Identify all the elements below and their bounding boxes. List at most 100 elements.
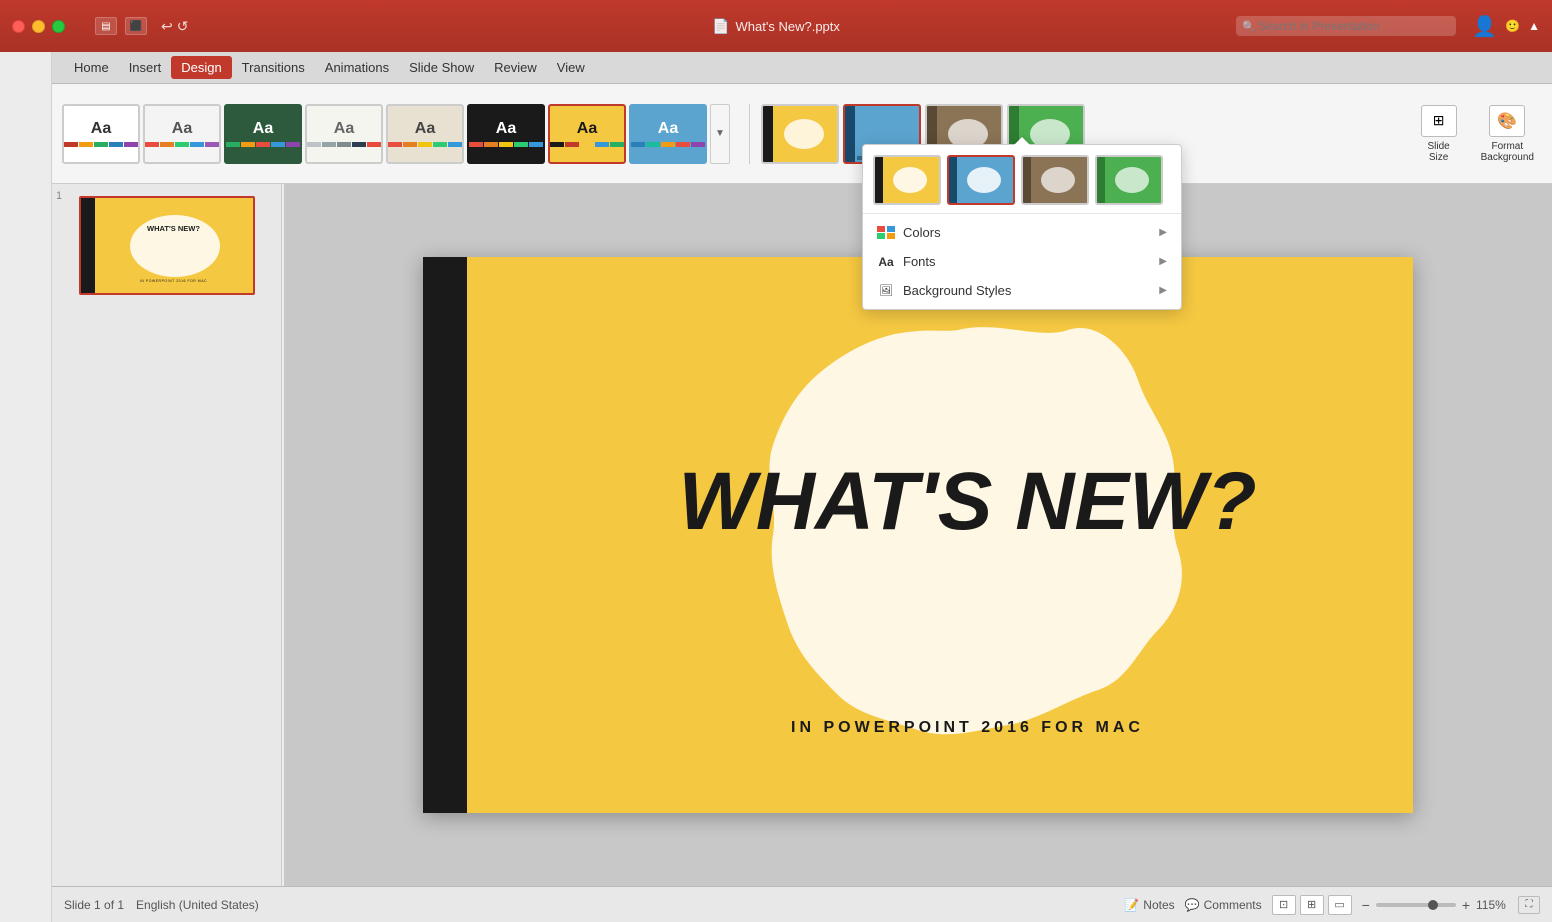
theme-aa-6: Aa — [496, 120, 516, 138]
theme-thumb-7[interactable]: Aa — [548, 104, 626, 164]
zoom-minus-button[interactable]: − — [1362, 897, 1370, 913]
colors-arrow: ▶ — [1159, 227, 1167, 238]
doc-icon: 📄 — [712, 18, 729, 35]
dropdown-thumb-1[interactable] — [873, 155, 941, 205]
normal-view-button[interactable]: ⊡ — [1272, 895, 1296, 915]
undo-redo-group: ↩ ↺ — [161, 18, 188, 35]
ribbon-separator — [749, 104, 750, 164]
reading-view-button[interactable]: ▭ — [1328, 895, 1352, 915]
zoom-level: 115% — [1476, 898, 1508, 912]
slide-thumbnail-1[interactable]: WHAT'S NEW? IN POWERPOINT 2016 FOR MAC — [58, 196, 275, 295]
comments-icon: 💬 — [1185, 898, 1200, 912]
dropdown-panel: Colors ▶ Aa Fonts ▶ 🖼 Background Styles … — [862, 144, 1182, 310]
slide-canvas[interactable]: WHAT'S NEW? IN POWERPOINT 2016 FOR MAC — [423, 257, 1413, 813]
dropdown-menu: Colors ▶ Aa Fonts ▶ 🖼 Background Styles … — [863, 214, 1181, 309]
language-info: English (United States) — [136, 898, 259, 912]
slide-main-title: WHAT'S NEW? — [628, 461, 1308, 543]
dropdown-fonts-item[interactable]: Aa Fonts ▶ — [863, 247, 1181, 276]
dropdown-thumb-4[interactable] — [1095, 155, 1163, 205]
theme-aa-1: Aa — [91, 120, 111, 138]
slide-number-label: 1 — [56, 190, 62, 202]
menu-animations[interactable]: Animations — [315, 56, 399, 79]
fonts-icon: Aa — [877, 255, 895, 269]
menu-review[interactable]: Review — [484, 56, 547, 79]
theme-aa-7: Aa — [577, 120, 597, 138]
slide-thumb-title: WHAT'S NEW? — [99, 225, 249, 233]
slide-stripe — [423, 257, 467, 813]
titlebar: ▤ ⬛ ↩ ↺ 📄 What's New?.pptx 🔍 👤 🙂 ▲ — [0, 0, 1552, 52]
theme-aa-5: Aa — [415, 120, 435, 138]
theme-thumb-8[interactable]: Aa — [629, 104, 707, 164]
redo-button[interactable]: ↺ — [177, 18, 189, 35]
menu-insert[interactable]: Insert — [119, 56, 172, 79]
theme-aa-3: Aa — [253, 120, 273, 138]
dropdown-background-item[interactable]: 🖼 Background Styles ▶ — [863, 276, 1181, 305]
theme-thumb-5[interactable]: Aa — [386, 104, 464, 164]
comments-button[interactable]: 💬 Comments — [1185, 898, 1262, 912]
statusbar: Slide 1 of 1 English (United States) 📝 N… — [52, 886, 1552, 922]
background-styles-icon: 🖼 — [877, 284, 895, 298]
statusbar-right: 📝 Notes 💬 Comments ⊡ ⊞ ▭ − + 115% ⛶ — [1124, 895, 1540, 915]
theme-thumb-3[interactable]: Aa — [224, 104, 302, 164]
menu-view[interactable]: View — [547, 56, 595, 79]
theme-aa-2: Aa — [172, 120, 192, 138]
zoom-slider[interactable] — [1376, 903, 1456, 907]
zoom-control: − + 115% — [1362, 897, 1508, 913]
colors-label: Colors — [903, 225, 941, 240]
window-controls — [12, 20, 65, 33]
slides-panel: WHAT'S NEW? IN POWERPOINT 2016 FOR MAC — [52, 184, 282, 886]
slide-size-button[interactable]: ⊞ SlideSize — [1413, 101, 1465, 167]
slide-info: Slide 1 of 1 — [64, 898, 124, 912]
theme-aa-4: Aa — [334, 120, 354, 138]
sidebar-toggle-button[interactable]: ▤ — [95, 17, 117, 35]
search-input[interactable] — [1236, 16, 1456, 36]
background-styles-label: Background Styles — [903, 283, 1011, 298]
menu-slideshow[interactable]: Slide Show — [399, 56, 484, 79]
slide-thumb-subtitle: IN POWERPOINT 2016 FOR MAC — [99, 279, 249, 283]
search-wrap: 🔍 — [1236, 16, 1456, 36]
colors-icon — [877, 226, 895, 240]
dropdown-colors-item[interactable]: Colors ▶ — [863, 218, 1181, 247]
theme-aa-8: Aa — [658, 120, 678, 138]
collapse-button[interactable]: ▲ — [1528, 19, 1540, 33]
theme-thumb-1[interactable]: Aa — [62, 104, 140, 164]
minimize-button[interactable] — [32, 20, 45, 33]
zoom-plus-button[interactable]: + — [1462, 897, 1470, 913]
emoji-button[interactable]: 🙂 — [1505, 19, 1520, 33]
fullscreen-button[interactable]: ⛶ — [1518, 896, 1540, 914]
notes-label: Notes — [1143, 898, 1174, 912]
background-styles-arrow: ▶ — [1159, 285, 1167, 296]
left-panel — [0, 52, 52, 922]
close-button[interactable] — [12, 20, 25, 33]
fonts-arrow: ▶ — [1159, 256, 1167, 267]
save-button[interactable]: ⬛ — [125, 17, 147, 35]
ribbon: Aa Aa Aa Aa — [52, 84, 1552, 184]
undo-button[interactable]: ↩ — [161, 18, 173, 35]
menubar: Home Insert Design Transitions Animation… — [52, 52, 1552, 84]
variant-thumb-1[interactable] — [761, 104, 839, 164]
format-background-button[interactable]: 🎨 FormatBackground — [1473, 101, 1542, 167]
menu-design[interactable]: Design — [171, 56, 231, 79]
theme-thumb-2[interactable]: Aa — [143, 104, 221, 164]
format-background-label: FormatBackground — [1481, 141, 1534, 163]
theme-thumb-6[interactable]: Aa — [467, 104, 545, 164]
slide-size-label: SlideSize — [1428, 141, 1450, 163]
ribbon-right-buttons: ⊞ SlideSize 🎨 FormatBackground — [1413, 101, 1542, 167]
grid-view-button[interactable]: ⊞ — [1300, 895, 1324, 915]
menu-home[interactable]: Home — [64, 56, 119, 79]
document-title: What's New?.pptx — [736, 19, 840, 34]
profile-icon[interactable]: 👤 — [1472, 14, 1497, 39]
more-themes-button[interactable]: ▼ — [710, 104, 730, 164]
titlebar-center: 📄 What's New?.pptx — [712, 18, 840, 35]
dropdown-thumb-3[interactable] — [1021, 155, 1089, 205]
dropdown-thumb-2[interactable] — [947, 155, 1015, 205]
theme-thumb-4[interactable]: Aa — [305, 104, 383, 164]
notes-icon: 📝 — [1124, 898, 1139, 912]
menu-transitions[interactable]: Transitions — [232, 56, 315, 79]
titlebar-toolbar: ▤ ⬛ ↩ ↺ — [95, 17, 188, 35]
dropdown-thumbs-row — [863, 145, 1181, 214]
notes-button[interactable]: 📝 Notes — [1124, 898, 1174, 912]
slide-subtitle: IN POWERPOINT 2016 FOR MAC — [791, 719, 1144, 737]
maximize-button[interactable] — [52, 20, 65, 33]
view-buttons: ⊡ ⊞ ▭ — [1272, 895, 1352, 915]
